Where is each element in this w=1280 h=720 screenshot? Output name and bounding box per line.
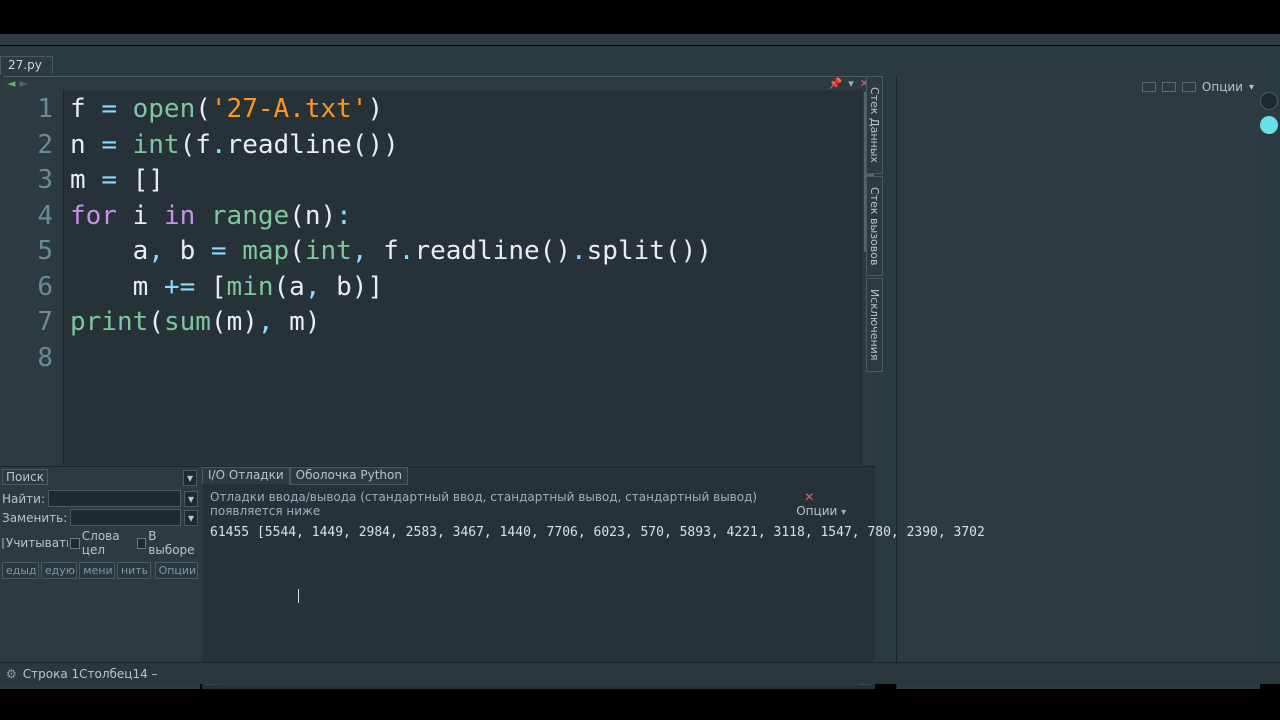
file-tab[interactable]: 27.py	[0, 56, 53, 75]
chevron-down-icon[interactable]: ▾	[848, 77, 854, 90]
search-panel-menu-icon[interactable]: ▾	[183, 470, 197, 486]
checkbox-whole-words[interactable]: Слова цел	[70, 529, 135, 557]
checkbox-in-selection[interactable]: В выборе	[137, 529, 196, 557]
find-label: Найти:	[2, 492, 45, 506]
right-panel: Опции ▾	[896, 76, 1260, 689]
nav-forward-icon[interactable]: ►	[19, 77, 27, 90]
code-line[interactable]: f = open('27-A.txt')	[70, 92, 875, 128]
code-line[interactable]: n = int(f.readline())	[70, 128, 875, 164]
code-line[interactable]	[70, 341, 875, 377]
replace-button[interactable]: мени	[79, 562, 115, 579]
code-area[interactable]: f = open('27-A.txt')n = int(f.readline()…	[64, 90, 875, 465]
ide-window: 27.py ◄ ► 📌 ▾ ✕ 12345678 f = open('27-A.…	[0, 34, 1280, 684]
side-vertical-tabs: Стек Данных Стек вызовов Исключения	[866, 76, 884, 306]
nav-back-icon[interactable]: ◄	[7, 77, 15, 90]
line-number: 1	[1, 92, 53, 128]
find-next-button[interactable]: едую	[41, 562, 77, 579]
side-tab-exceptions[interactable]: Исключения	[866, 278, 883, 371]
panel-layout-icon[interactable]	[1162, 82, 1176, 92]
search-options-button[interactable]: Опции	[155, 562, 198, 579]
cursor-position-text: Строка 1Столбец14 –	[23, 667, 158, 681]
debug-options[interactable]: Опции	[796, 504, 837, 518]
replace-input[interactable]	[70, 509, 181, 526]
top-toolbar	[0, 34, 1280, 46]
debug-output-text[interactable]: 61455 [5544, 1449, 2984, 2583, 3467, 144…	[202, 523, 875, 542]
line-number: 5	[1, 234, 53, 270]
file-tab-bar: 27.py	[0, 54, 880, 76]
line-number: 4	[1, 199, 53, 235]
line-number: 7	[1, 305, 53, 341]
find-prev-button[interactable]: едыд	[2, 562, 39, 579]
code-line[interactable]: m = []	[70, 163, 875, 199]
checkbox-match-case[interactable]: Учитывать	[2, 529, 68, 557]
side-marker-icon[interactable]	[1260, 92, 1278, 110]
debug-io-header-text: Отладки ввода/вывода (стандартный ввод, …	[210, 490, 796, 518]
debug-clear-icon[interactable]: ✕	[796, 490, 822, 504]
panel-layout-icon[interactable]	[1142, 82, 1156, 92]
tab-debug-io[interactable]: I/O Отладки	[202, 467, 290, 485]
replace-all-button[interactable]: нить	[117, 562, 151, 579]
search-panel-title: Поиск	[2, 469, 48, 485]
chevron-down-icon[interactable]: ▾	[1249, 82, 1254, 93]
replace-label: Заменить:	[2, 511, 67, 525]
line-number: 2	[1, 128, 53, 164]
tab-python-shell[interactable]: Оболочка Python	[290, 467, 408, 485]
code-line[interactable]: for i in range(n):	[70, 199, 875, 235]
debug-io-panel: I/O Отладки Оболочка Python Отладки ввод…	[202, 466, 875, 689]
line-number: 6	[1, 270, 53, 306]
line-number: 3	[1, 163, 53, 199]
find-input[interactable]	[48, 490, 181, 507]
find-history-icon[interactable]: ▾	[184, 491, 198, 507]
status-bar: ⚙ Строка 1Столбец14 –	[0, 662, 1280, 684]
replace-history-icon[interactable]: ▾	[184, 510, 198, 526]
code-line[interactable]: m += [min(a, b)]	[70, 270, 875, 306]
code-editor[interactable]: 12345678 f = open('27-A.txt')n = int(f.r…	[1, 90, 875, 465]
code-line[interactable]: a, b = map(int, f.readline().split())	[70, 234, 875, 270]
code-line[interactable]: print(sum(m), m)	[70, 305, 875, 341]
side-tab-call-stack[interactable]: Стек вызовов	[866, 176, 883, 276]
chevron-down-icon[interactable]: ▾	[841, 507, 846, 518]
search-panel: Поиск ▾ Найти: ▾ Заменить: ▾ Учитывать С…	[0, 466, 200, 689]
editor-tab-nav: ◄ ► 📌 ▾ ✕	[3, 76, 875, 90]
right-panel-options[interactable]: Опции	[1202, 80, 1243, 94]
panel-layout-icon[interactable]	[1182, 82, 1196, 92]
side-tab-data-stack[interactable]: Стек Данных	[866, 76, 883, 174]
line-number: 8	[1, 341, 53, 377]
side-marker-icon[interactable]	[1260, 116, 1278, 134]
line-gutter: 12345678	[1, 90, 64, 465]
pin-icon[interactable]: 📌	[829, 77, 843, 90]
gear-icon[interactable]: ⚙	[6, 667, 17, 681]
text-caret	[298, 589, 299, 603]
